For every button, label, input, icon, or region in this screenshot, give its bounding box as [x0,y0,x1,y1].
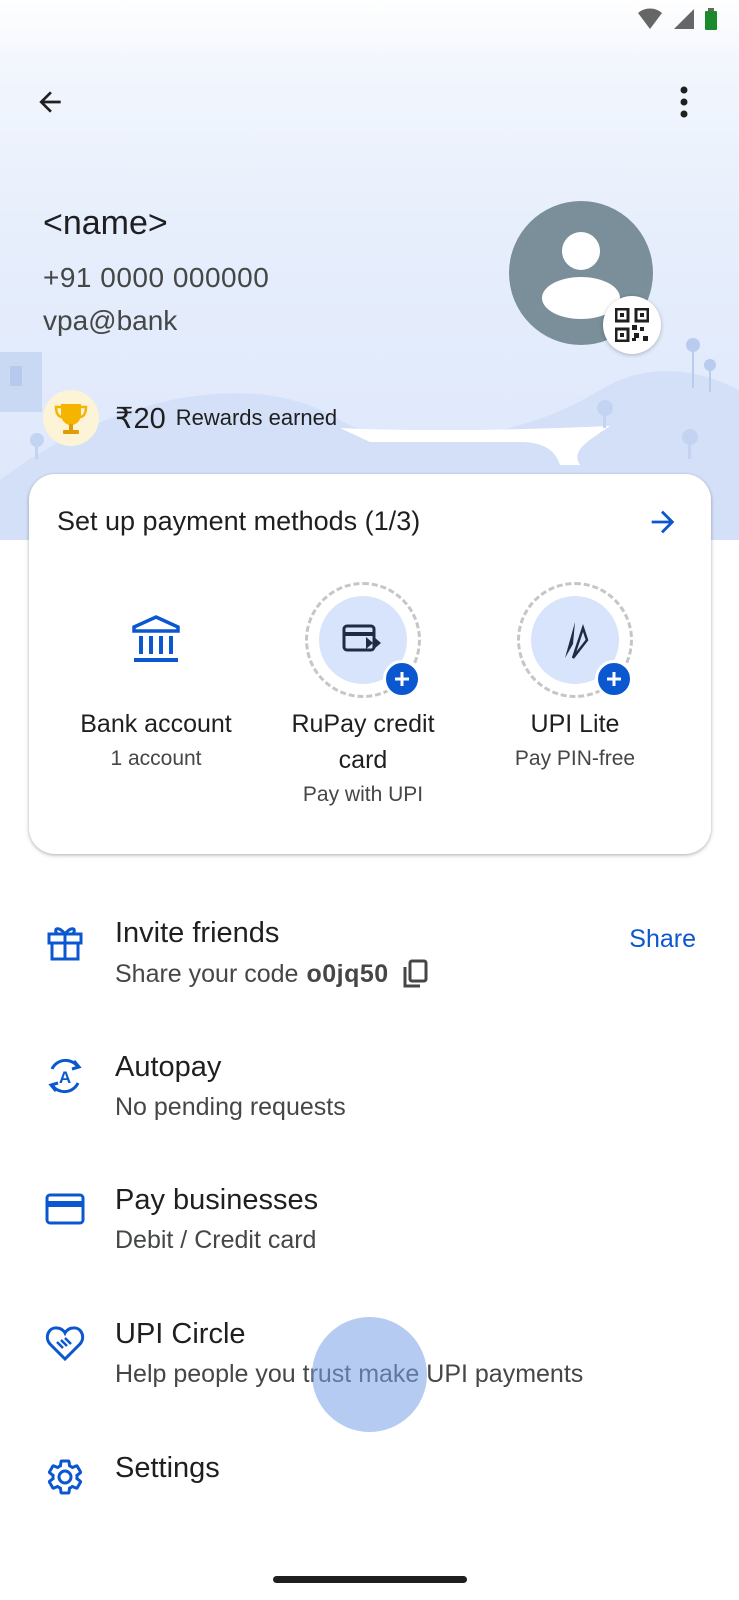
rewards-label: Rewards earned [175,405,338,430]
qr-code-button[interactable] [603,296,661,354]
copy-icon[interactable] [401,959,429,989]
list-item-subtitle: Debit / Credit card [115,1226,317,1254]
share-button[interactable]: Share [629,925,696,954]
cellular-signal-icon [674,9,694,29]
home-gesture-bar[interactable] [273,1576,467,1583]
list-item-title: Autopay [115,1051,222,1083]
payment-methods-arrow-button[interactable] [645,504,681,540]
method-rupay-credit-card[interactable]: RuPay credit card Pay with UPI [263,582,463,810]
more-vert-icon [680,86,688,118]
settings-gear-icon [44,1456,86,1498]
handshake-heart-icon [44,1322,86,1364]
method-bank-account[interactable]: Bank account 1 account [56,582,256,774]
wifi-icon [638,8,662,29]
top-app-bar [0,78,739,122]
method-sub: Pay PIN-free [514,747,636,770]
arrow-forward-icon [651,510,675,534]
svg-text:A: A [59,1068,71,1087]
list-item-pay-businesses[interactable]: Pay businesses Debit / Credit card [0,1182,739,1292]
autopay-icon: A [44,1055,86,1097]
list-item-title: Invite friends [115,917,280,949]
method-upi-lite[interactable]: UPI Lite Pay PIN-free [475,582,675,774]
bank-icon [112,596,200,684]
method-label: RuPay credit card [291,710,435,774]
back-arrow-icon [39,91,61,113]
back-button[interactable] [30,82,70,122]
method-label: Bank account [80,710,232,738]
method-sub: 1 account [110,747,202,770]
profile-name: <name> [43,204,168,242]
gift-icon [44,921,86,963]
list-item-title: UPI Circle [115,1318,246,1350]
list-item-title: Pay businesses [115,1184,319,1216]
more-options-button[interactable] [669,82,699,122]
profile-phone: +91 0000 000000 [43,262,270,293]
add-icon [595,660,633,698]
card-title: Set up payment methods (1/3) [57,506,421,536]
invite-code: o0jq50 [306,959,389,988]
invite-code-label: Share your code [115,959,299,988]
payment-methods-card: Set up payment methods (1/3) Bank accoun… [29,474,711,854]
list-item-invite-friends[interactable]: Invite friends Share your code o0jq50 Sh… [0,915,739,1025]
rewards-summary[interactable]: ₹20 Rewards earned [43,390,337,446]
list-item-title: Settings [115,1452,220,1484]
method-sub: Pay with UPI [302,783,424,806]
method-label: UPI Lite [530,710,620,738]
list-item-subtitle: No pending requests [115,1093,346,1121]
credit-card-icon [44,1188,86,1230]
battery-icon [705,8,717,30]
status-bar [637,8,717,30]
touch-indicator [312,1317,427,1432]
list-item-subtitle: Share your code o0jq50 [115,959,429,989]
qr-code-icon [615,308,649,342]
profile-vpa: vpa@bank [43,305,178,336]
list-item-autopay[interactable]: A Autopay No pending requests [0,1049,739,1159]
add-icon [383,660,421,698]
trophy-icon [43,390,99,446]
list-item-settings[interactable]: Settings [0,1450,739,1560]
rewards-amount: ₹20 [115,402,166,435]
